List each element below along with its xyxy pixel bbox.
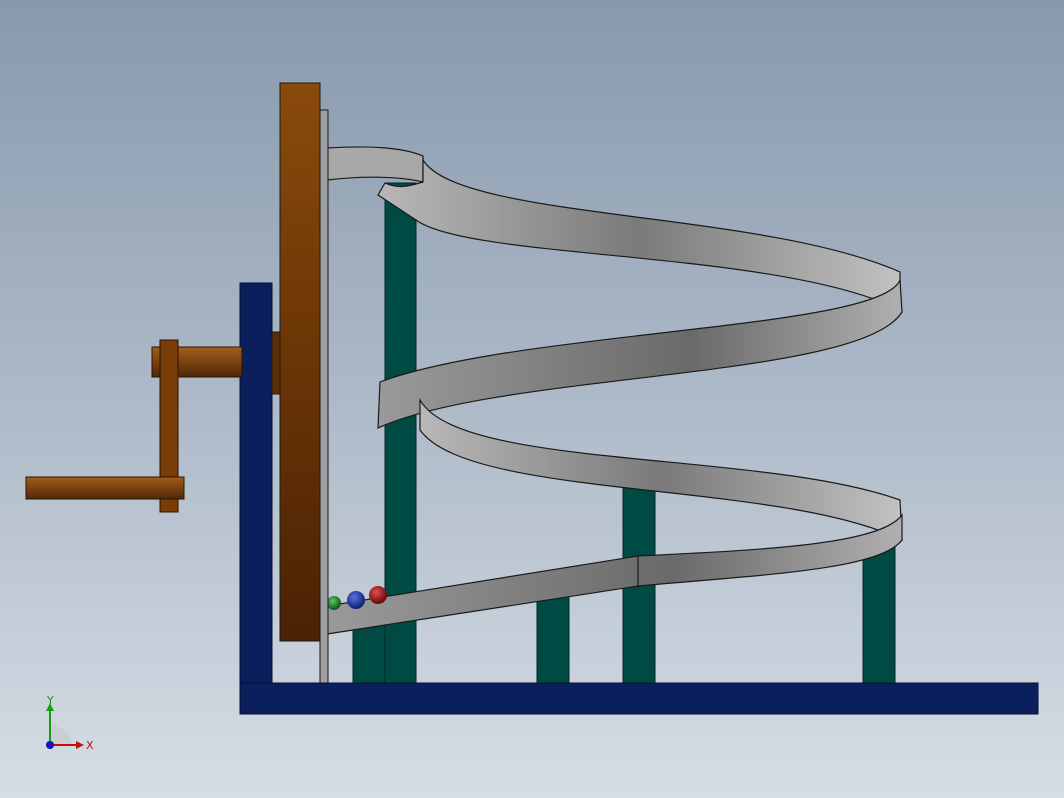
model-scene[interactable] <box>0 0 1064 798</box>
track-top-lip[interactable] <box>326 146 424 183</box>
crank-handle[interactable] <box>25 476 185 500</box>
upright-post[interactable] <box>239 282 273 684</box>
coordinate-triad: Y X <box>46 695 94 752</box>
base-plate[interactable] <box>239 682 1039 715</box>
blue-ball[interactable] <box>347 591 365 609</box>
drive-wheel[interactable] <box>279 82 321 642</box>
track-middle-back[interactable] <box>419 397 903 541</box>
red-ball[interactable] <box>369 586 387 604</box>
drive-hub[interactable] <box>271 331 281 395</box>
support-column-3[interactable] <box>536 596 570 684</box>
track-backing-strip[interactable] <box>319 109 329 684</box>
track-upper-back[interactable] <box>377 157 901 311</box>
track-upper-front[interactable] <box>377 279 903 429</box>
z-axis-dot <box>46 741 54 749</box>
green-ball[interactable] <box>327 596 341 610</box>
x-axis-label: X <box>86 739 94 752</box>
triad-plane-fill <box>50 724 72 745</box>
graphics-viewport[interactable]: Y X <box>0 0 1064 798</box>
y-axis-label: Y <box>46 695 54 707</box>
x-axis-arrow-head <box>76 741 84 749</box>
